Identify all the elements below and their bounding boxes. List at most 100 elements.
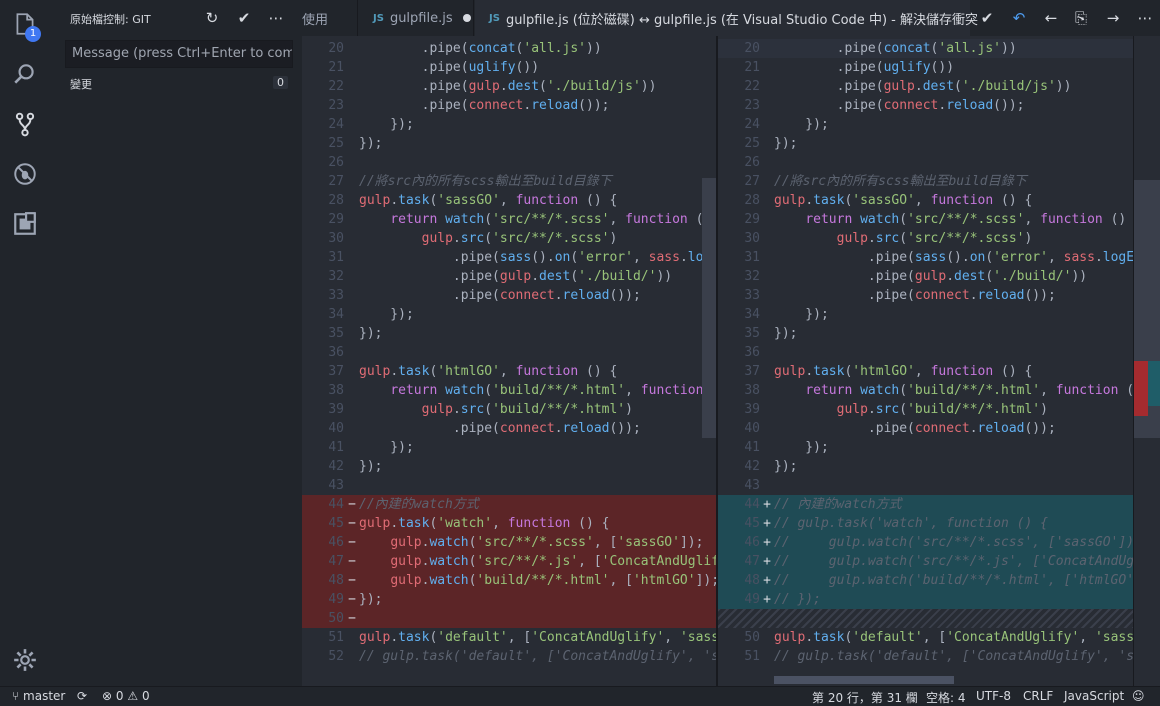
code-line[interactable]: 26 (718, 153, 1133, 172)
code-line[interactable]: 37 gulp.task('htmlGO', function () { (718, 362, 1133, 381)
code-line[interactable]: 46− gulp.watch('src/**/*.scss', ['sassGO… (302, 533, 716, 552)
right-horizontal-scrollbar[interactable] (774, 676, 954, 684)
code-line[interactable]: 21 .pipe(uglify()) (718, 58, 1133, 77)
code-line[interactable]: 24 }); (718, 115, 1133, 134)
code-line[interactable]: 48 +// gulp.watch('build/**/*.html', ['ht… (718, 571, 1133, 590)
code-line[interactable]: 47 +// gulp.watch('src/**/*.js', ['Concat… (718, 552, 1133, 571)
code-line[interactable]: 36 (718, 343, 1133, 362)
code-line[interactable]: 28 gulp.task('sassGO', function () { (302, 191, 716, 210)
overview-ruler[interactable] (1133, 36, 1160, 686)
editor-pane-memory[interactable]: 20 .pipe(concat('all.js')) 21 .pipe(uglif… (718, 36, 1133, 686)
left-scrollbar-thumb[interactable] (702, 178, 716, 438)
code-line[interactable]: 46 +// gulp.watch('src/**/*.scss', ['sass… (718, 533, 1133, 552)
indentation-status[interactable]: 空格: 4 (926, 689, 966, 706)
problems-status[interactable]: ⊗ 0 ⚠ 0 (102, 689, 150, 703)
code-line[interactable]: 48− gulp.watch('build/**/*.html', ['html… (302, 571, 716, 590)
commit-message-input[interactable]: Message (press Ctrl+Enter to commit) (65, 40, 293, 68)
search-icon[interactable] (0, 50, 50, 98)
cursor-position[interactable]: 第 20 行，第 31 欄 (812, 689, 918, 706)
code-line[interactable]: 33 .pipe(connect.reload()); (718, 286, 1133, 305)
code-line[interactable]: 45− gulp.task('watch', function () { (302, 514, 716, 533)
code-line[interactable]: 44 +// 內建的watch方式 (718, 495, 1133, 514)
code-line[interactable]: 27 //將src內的所有scss輸出至build目錄下 (718, 172, 1133, 191)
code-line[interactable]: 42}); (302, 457, 716, 476)
changes-group-label[interactable]: 變更 (70, 76, 92, 92)
code-line[interactable]: 35}); (302, 324, 716, 343)
code-line[interactable]: 50− (302, 609, 716, 628)
code-line[interactable]: 20 .pipe(concat('all.js')) (302, 39, 716, 58)
code-line[interactable]: 32 .pipe(gulp.dest('./build/')) (302, 267, 716, 286)
code-line[interactable]: 34 }); (718, 305, 1133, 324)
code-line[interactable]: 31 .pipe(sass().on('error', sass.logErro… (718, 248, 1133, 267)
code-line[interactable]: 23 .pipe(connect.reload()); (718, 96, 1133, 115)
code-line[interactable]: 23 .pipe(connect.reload()); (302, 96, 716, 115)
code-line[interactable]: 29 return watch('src/**/*.scss', functio… (302, 210, 716, 229)
refresh-icon[interactable]: ↻ (202, 8, 222, 28)
open-file-icon[interactable]: ⎘ (1070, 8, 1092, 28)
encoding-status[interactable]: UTF-8 (976, 689, 1011, 703)
source-control-icon[interactable] (0, 100, 50, 148)
code-line[interactable]: 44−//內建的watch方式 (302, 495, 716, 514)
code-line[interactable]: 40 .pipe(connect.reload()); (302, 419, 716, 438)
tab-gulpfile[interactable]: JS gulpfile.js (359, 0, 474, 36)
code-line[interactable]: 31 .pipe(sass().on('error', sass.logErro… (302, 248, 716, 267)
code-line[interactable]: 51 // gulp.task('default', ['ConcatAndUgl… (718, 647, 1133, 666)
code-line[interactable]: 21 .pipe(uglify()) (302, 58, 716, 77)
eol-status[interactable]: CRLF (1023, 689, 1053, 703)
code-line[interactable]: 50 gulp.task('default', ['ConcatAndUglify… (718, 628, 1133, 647)
code-line[interactable]: 51 gulp.task('default', ['ConcatAndUglify… (302, 628, 716, 647)
code-line[interactable]: 35}); (718, 324, 1133, 343)
code-line[interactable]: 29 return watch('src/**/*.scss', functio… (718, 210, 1133, 229)
code-line[interactable]: 32 .pipe(gulp.dest('./build/')) (718, 267, 1133, 286)
editor-pane-disk[interactable]: 20 .pipe(concat('all.js')) 21 .pipe(uglif… (302, 36, 716, 686)
code-line[interactable]: 41 }); (718, 438, 1133, 457)
previous-change-icon[interactable]: ← (1040, 8, 1062, 28)
extensions-icon[interactable] (0, 200, 50, 248)
branch-status[interactable]: ⑂ master (12, 689, 65, 703)
code-line[interactable]: 20 .pipe(concat('all.js')) (718, 39, 1133, 58)
commit-check-icon[interactable]: ✔ (234, 8, 254, 28)
code-line[interactable]: 47− gulp.watch('src/**/*.js', ['ConcatAn… (302, 552, 716, 571)
unsaved-dot-icon[interactable] (462, 14, 471, 22)
code-line[interactable]: 49−}); (302, 590, 716, 609)
revert-icon[interactable]: ↶ (1008, 8, 1030, 28)
tab-usage[interactable]: 使用 (302, 0, 358, 36)
code-line[interactable]: 40 .pipe(connect.reload()); (718, 419, 1133, 438)
settings-gear-icon[interactable] (0, 636, 50, 684)
code-line[interactable]: 22 .pipe(gulp.dest('./build/js')) (718, 77, 1133, 96)
code-line[interactable]: 41 }); (302, 438, 716, 457)
code-line[interactable]: 42}); (718, 457, 1133, 476)
code-line[interactable]: 25}); (302, 134, 716, 153)
code-line[interactable]: 30 gulp.src('src/**/*.scss') (302, 229, 716, 248)
code-line[interactable]: 49 +// }); (718, 590, 1133, 609)
code-line[interactable]: 36 (302, 343, 716, 362)
more-actions-icon[interactable]: ⋯ (1134, 8, 1156, 28)
code-line[interactable]: 38 return watch('build/**/*.html', funct… (302, 381, 716, 400)
code-line[interactable]: 28 gulp.task('sassGO', function () { (718, 191, 1133, 210)
code-line[interactable]: 39 gulp.src('build/**/*.html') (302, 400, 716, 419)
tab-merge-conflict[interactable]: JS gulpfile.js (位於磁碟) ↔ gulpfile.js (在 V… (475, 0, 978, 36)
code-line[interactable]: 30 gulp.src('src/**/*.scss') (718, 229, 1133, 248)
code-line[interactable]: 22 .pipe(gulp.dest('./build/js')) (302, 77, 716, 96)
explorer-icon[interactable]: 1 (0, 0, 50, 48)
code-line[interactable]: 43 (302, 476, 716, 495)
code-line[interactable]: 39 gulp.src('build/**/*.html') (718, 400, 1133, 419)
code-line[interactable]: 33 .pipe(connect.reload()); (302, 286, 716, 305)
code-line[interactable]: 26 (302, 153, 716, 172)
accept-check-icon[interactable]: ✔ (976, 8, 998, 28)
code-line[interactable]: 43 (718, 476, 1133, 495)
debug-icon[interactable] (0, 150, 50, 198)
code-line[interactable]: 38 return watch('build/**/*.html', funct… (718, 381, 1133, 400)
code-line[interactable]: 45 +// gulp.task('watch', function () { (718, 514, 1133, 533)
sync-icon[interactable]: ⟳ (77, 689, 87, 703)
next-change-icon[interactable]: → (1102, 8, 1124, 28)
code-line[interactable]: 25}); (718, 134, 1133, 153)
language-status[interactable]: JavaScript (1064, 689, 1124, 703)
code-line[interactable] (718, 609, 1133, 628)
code-line[interactable]: 34 }); (302, 305, 716, 324)
code-line[interactable]: 27 //將src內的所有scss輸出至build目錄下 (302, 172, 716, 191)
feedback-smiley-icon[interactable]: ☺ (1132, 689, 1145, 703)
code-line[interactable]: 37 gulp.task('htmlGO', function () { (302, 362, 716, 381)
code-line[interactable]: 24 }); (302, 115, 716, 134)
more-actions-icon[interactable]: ⋯ (266, 8, 286, 28)
